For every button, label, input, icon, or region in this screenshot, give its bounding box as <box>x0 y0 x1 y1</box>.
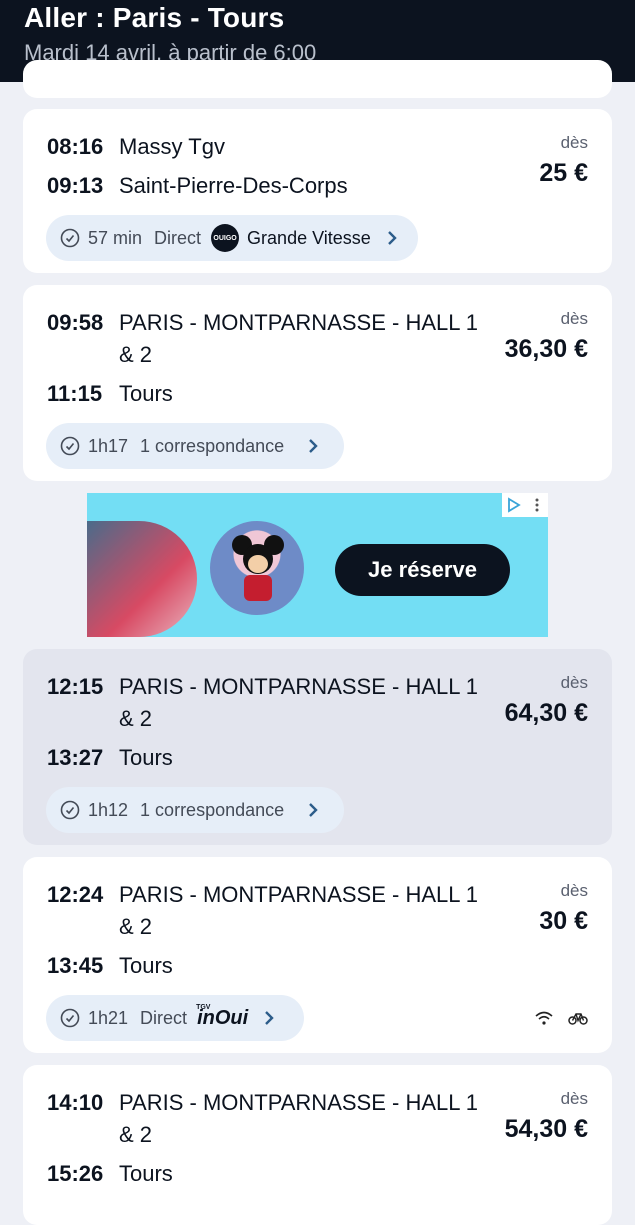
chevron-right-icon <box>387 231 397 245</box>
arrival-time: 13:27 <box>47 745 104 770</box>
page-title: Aller : Paris - Tours <box>24 2 285 33</box>
chevron-right-icon <box>309 439 318 453</box>
clock-icon <box>60 1008 80 1028</box>
duration: 1h21 <box>88 1007 129 1028</box>
departure-station: PARIS - MONTPARNASSE - HALL 1 & 2 <box>119 310 479 367</box>
price-label: dès <box>560 133 588 152</box>
ouigo-logo: OUIGO <box>211 224 240 252</box>
price-label: dès <box>560 309 588 328</box>
departure-time: 14:10 <box>47 1090 104 1115</box>
adchoices-badge[interactable] <box>502 493 548 517</box>
duration: 57 min <box>88 227 143 248</box>
price: 25 € <box>539 159 588 187</box>
journey-card[interactable]: 09:58 PARIS - MONTPARNASSE - HALL 1 & 2 … <box>23 285 612 481</box>
clock-icon <box>60 228 80 248</box>
adchoices-icon <box>507 497 521 513</box>
connection-type: Direct <box>154 227 202 248</box>
journey-card[interactable]: 14:10 PARIS - MONTPARNASSE - HALL 1 & 2 … <box>23 1065 612 1225</box>
arrival-station: Saint-Pierre-Des-Corps <box>119 173 348 198</box>
journey-details-button[interactable]: 1h12 1 correspondance <box>46 787 344 833</box>
departure-station: PARIS - MONTPARNASSE - HALL 1 & 2 <box>119 674 479 731</box>
price-label: dès <box>560 673 588 692</box>
arrival-station: Tours <box>119 381 173 406</box>
departure-time: 12:15 <box>47 674 104 699</box>
price: 30 € <box>539 907 588 935</box>
connection-type: 1 correspondance <box>140 435 285 456</box>
ad-photo-family <box>87 521 197 637</box>
journey-card[interactable]: 08:16 Massy Tgv 09:13 Saint-Pierre-Des-C… <box>23 109 612 273</box>
chevron-right-icon <box>265 1011 274 1025</box>
departure-station: PARIS - MONTPARNASSE - HALL 1 & 2 <box>119 1090 479 1147</box>
connection-type: 1 correspondance <box>140 799 285 820</box>
tgv-inoui-logo: TGV inOui <box>196 1004 248 1028</box>
arrival-station: Tours <box>119 1161 173 1186</box>
journey-details-button[interactable]: 1h17 1 correspondance <box>46 423 344 469</box>
more-options-icon[interactable] <box>529 497 545 513</box>
journey-card-selected[interactable]: 12:15 PARIS - MONTPARNASSE - HALL 1 & 2 … <box>23 649 612 845</box>
connection-type: Direct <box>140 1007 188 1028</box>
reserve-button[interactable]: Je réserve <box>335 544 510 596</box>
arrival-station: Tours <box>119 745 173 770</box>
bike-icon <box>568 1013 588 1025</box>
departure-station: Massy Tgv <box>119 134 225 159</box>
arrival-time: 09:13 <box>47 173 104 198</box>
mickey-mouse-icon <box>232 535 284 601</box>
duration: 1h17 <box>88 435 129 456</box>
carrier-name: Grande Vitesse <box>247 227 371 248</box>
amenities <box>534 1010 588 1026</box>
journey-details-button[interactable]: 57 min Direct OUIGO Grande Vitesse <box>46 215 418 261</box>
departure-time: 09:58 <box>47 310 104 335</box>
price-label: dès <box>560 881 588 900</box>
tgv-logo-text: TGV <box>196 1004 211 1011</box>
journey-card[interactable]: 12:24 PARIS - MONTPARNASSE - HALL 1 & 2 … <box>23 857 612 1053</box>
journey-details-button[interactable]: 1h21 Direct TGV inOui <box>46 995 304 1041</box>
arrival-time: 11:15 <box>47 381 103 406</box>
wifi-icon <box>535 1011 553 1025</box>
price: 54,30 € <box>504 1115 588 1143</box>
clock-icon <box>60 436 80 456</box>
clock-icon <box>60 800 80 820</box>
duration: 1h12 <box>88 799 129 820</box>
ad-banner[interactable]: Je réserve <box>87 493 548 637</box>
arrival-station: Tours <box>119 953 173 978</box>
chevron-right-icon <box>309 803 318 817</box>
departure-time: 08:16 <box>47 134 104 159</box>
price-label: dès <box>560 1089 588 1108</box>
price: 36,30 € <box>504 335 588 363</box>
previous-journey-card[interactable] <box>23 60 612 98</box>
departure-time: 12:24 <box>47 882 104 907</box>
price: 64,30 € <box>504 699 588 727</box>
arrival-time: 15:26 <box>47 1161 104 1186</box>
departure-station: PARIS - MONTPARNASSE - HALL 1 & 2 <box>119 882 479 939</box>
arrival-time: 13:45 <box>47 953 104 978</box>
